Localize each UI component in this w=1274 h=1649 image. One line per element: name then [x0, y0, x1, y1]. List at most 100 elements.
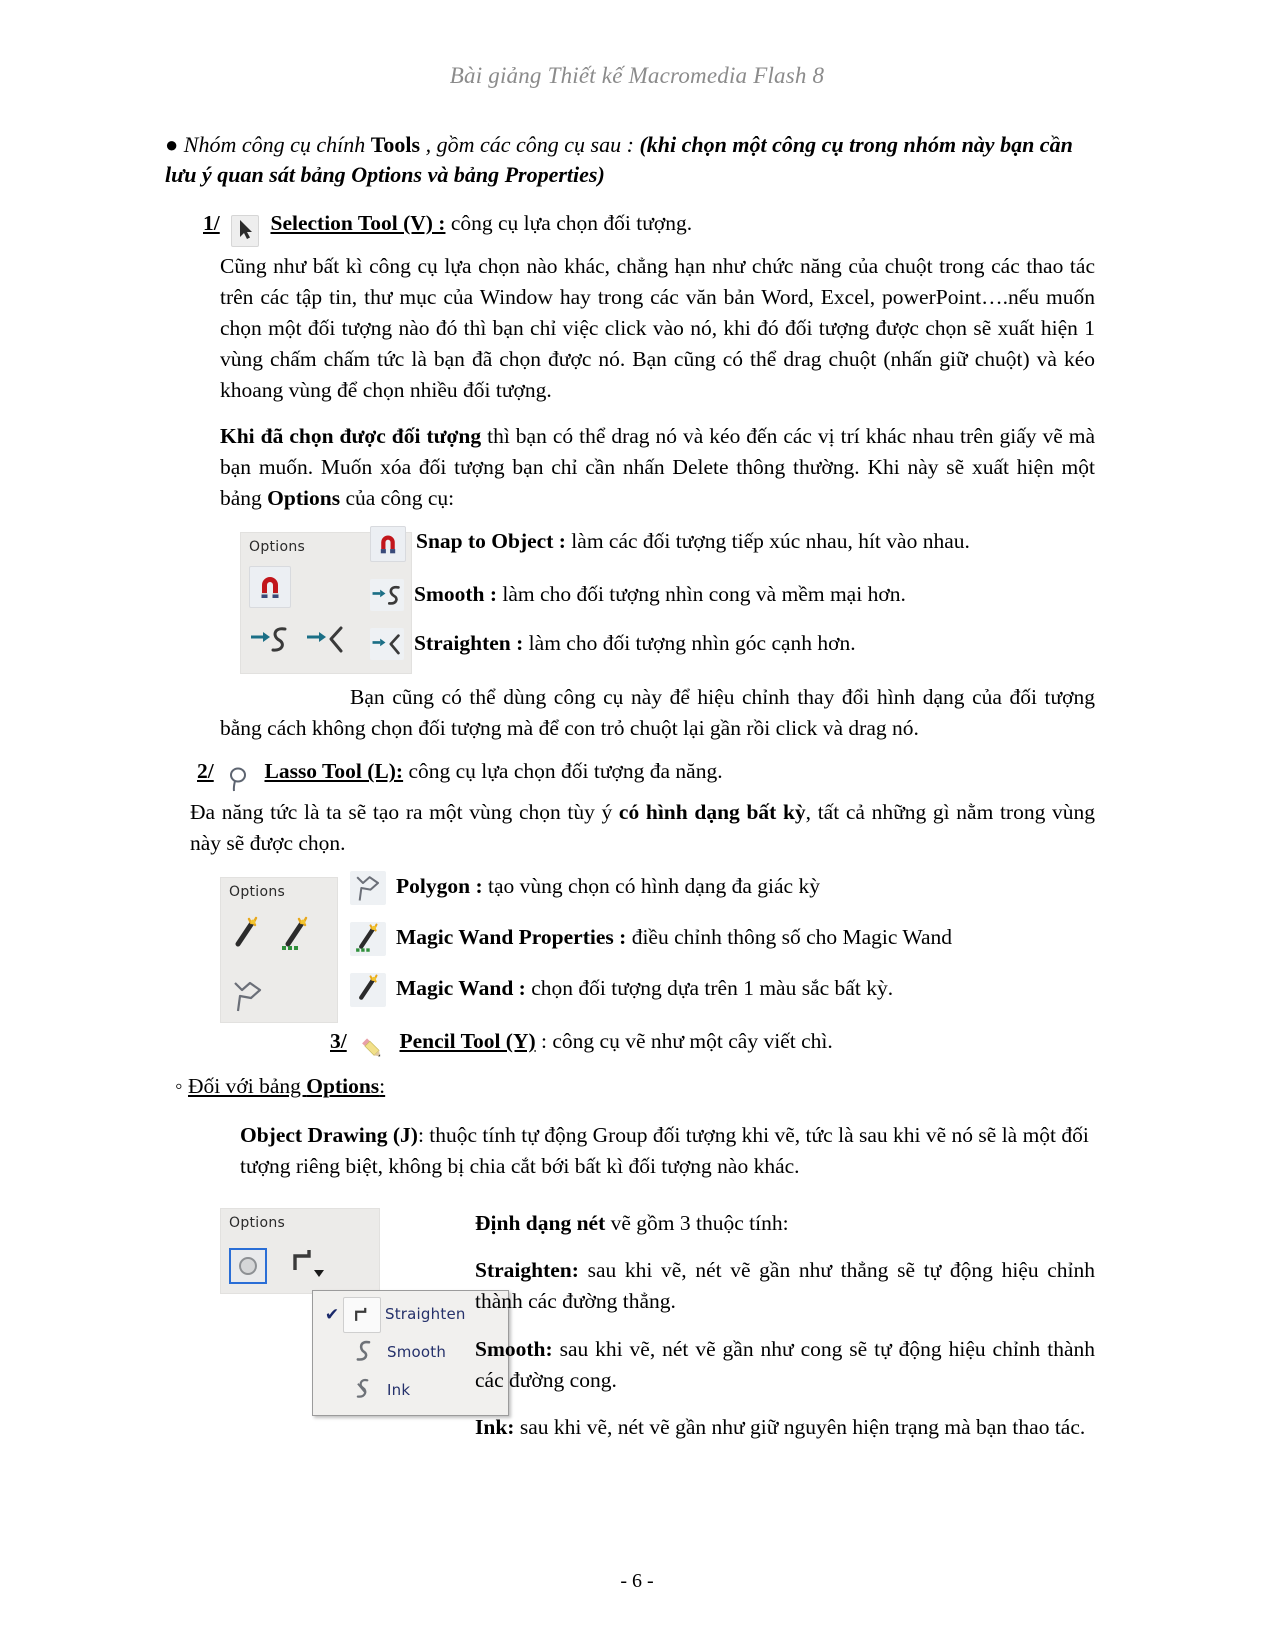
tool1-paragraph-3: Bạn cũng có thể dùng công cụ này để hiệu… — [220, 685, 1095, 741]
pencil-options-panel: Options — [220, 1208, 380, 1295]
magnet-icon[interactable] — [249, 565, 291, 608]
tool3-options-block: Object Drawing (J): thuộc tính tự động G… — [165, 1120, 1095, 1439]
tool2-heading: 2/ Lasso Tool (L): công cụ lựa chọn đối … — [197, 758, 1095, 791]
menu-item-label: Ink — [387, 1381, 411, 1400]
option-name: Magic Wand Properties — [396, 924, 614, 949]
page-footer: - 6 - — [620, 1570, 654, 1592]
tool1-p2-text-b: của công cụ: — [340, 485, 455, 510]
option-desc: chọn đối tượng dựa trên 1 màu sắc bất kỳ… — [531, 975, 894, 1000]
option-definition-row: Snap to Object : làm các đối tượng tiếp … — [370, 526, 1100, 563]
polygon-lasso-icon[interactable] — [229, 978, 267, 1024]
smooth-curve-icon[interactable] — [249, 622, 291, 666]
object-drawing-paragraph: Object Drawing (J): thuộc tính tự động G… — [240, 1120, 1095, 1182]
option-definition-text: Magic Wand Properties : điều chỉnh thông… — [396, 922, 952, 952]
options-panel-row-1 — [221, 1236, 379, 1288]
stroke-mode-item: Straighten: sau khi vẽ, nét vẽ gần như t… — [475, 1255, 1095, 1317]
tool1-p2-bold: Khi đã chọn được đối tượng — [220, 423, 482, 448]
document-body: ● Nhóm công cụ chính Tools , gồm các côn… — [165, 130, 1095, 1439]
option-desc: làm cho đối tượng nhìn cong và mềm mại h… — [502, 582, 906, 607]
option-name: Magic Wand — [396, 975, 514, 1000]
object-drawing-icon[interactable] — [229, 1247, 267, 1284]
stroke-mode-name: Smooth: — [475, 1336, 553, 1361]
tool3-separator: : — [535, 1028, 553, 1053]
tool2-number: 2/ — [197, 759, 214, 784]
intro-italic-options: Options — [351, 162, 423, 188]
option-separator: : — [553, 529, 572, 554]
tool1-heading: 1/ Selection Tool (V) : công cụ lựa chọn… — [203, 209, 1095, 247]
magnet-icon[interactable] — [370, 526, 406, 563]
tool3-label: Pencil Tool (Y) — [399, 1028, 536, 1053]
tool3-right-column: Định dạng nét vẽ gồm 3 thuộc tính: Strai… — [475, 1208, 1095, 1443]
tool2-options-block: Options Polygon: tạo vùng chọn có hình … — [165, 870, 1095, 1028]
option-definition-text: Snap to Object : làm các đối tượng tiếp … — [416, 526, 970, 556]
option-definition-text: Smooth : làm cho đối tượng nhìn cong và … — [414, 579, 906, 609]
tool1-desc: công cụ lựa chọn đối tượng. — [445, 210, 693, 235]
stroke-mode-item: Ink: sau khi vẽ, nét vẽ gần như giữ nguy… — [475, 1412, 1095, 1443]
polygon-lasso-icon[interactable] — [350, 870, 386, 905]
option-name: Snap to Object — [416, 529, 554, 554]
options-panel-title: Options — [229, 1215, 286, 1232]
options-panel-row-2 — [221, 964, 337, 1024]
object-drawing-bold: Object Drawing (J) — [240, 1123, 418, 1148]
smooth-curve-icon[interactable] — [370, 579, 404, 612]
tool3-subheading: ◦ Đối với bảng Options: — [175, 1071, 1095, 1102]
tool3-number: 3/ — [330, 1028, 347, 1053]
option-desc: làm các đối tượng tiếp xúc nhau, hít vào… — [571, 529, 970, 554]
option-definition-row: Magic Wand : chọn đối tượng dựa trên 1 m… — [350, 972, 1100, 1007]
option-name: Straighten — [414, 631, 511, 656]
option-definition-text: Polygon : tạo vùng chọn có hình dạng đa … — [396, 871, 820, 901]
tool2-p1-a: Đa năng tức là ta sẽ tạo ra một vùng chọ… — [190, 799, 619, 824]
tool1-p2-bold-options: Options — [267, 485, 341, 510]
stroke-mode-desc: sau khi vẽ, nét vẽ gần như giữ nguyên hi… — [514, 1414, 1086, 1439]
menu-item-label: Straighten — [385, 1305, 466, 1324]
option-definition-row: Straighten : làm cho đối tượng nhìn góc … — [370, 628, 1100, 661]
stroke-mode-item: Smooth: sau khi vẽ, nét vẽ gần như cong … — [475, 1334, 1095, 1396]
tool3-heading: 3/ Pencil Tool (Y) : công cụ vẽ như một … — [330, 1028, 1095, 1057]
bullet-glyph: ● — [165, 132, 179, 157]
magic-wand-properties-icon[interactable] — [229, 915, 263, 965]
intro-italic-2: và bảng — [422, 162, 505, 188]
arrow-cursor-icon — [231, 214, 260, 247]
document-page: Bài giảng Thiết kế Macromedia Flash 8 ● … — [0, 0, 1274, 1649]
straighten-curve-icon[interactable] — [370, 628, 404, 661]
option-separator: : — [513, 975, 532, 1000]
magic-wand-properties-icon[interactable] — [350, 921, 386, 956]
stroke-mode-desc: sau khi vẽ, nét vẽ gần như cong sẽ tự độ… — [475, 1336, 1095, 1392]
tool2-option-definitions: Polygon : tạo vùng chọn có hình dạng đa … — [350, 870, 1100, 1024]
option-definition-row: Smooth : làm cho đối tượng nhìn cong và … — [370, 579, 1100, 612]
option-separator: : — [470, 873, 488, 898]
tool1-option-definitions: Snap to Object : làm các đối tượng tiếp … — [370, 526, 1100, 677]
magic-wand-properties-dots-icon[interactable] — [279, 915, 313, 965]
magic-wand-icon[interactable] — [350, 972, 386, 1007]
option-separator: : — [510, 631, 529, 656]
lasso-options-panel: Options — [220, 876, 338, 1024]
intro-text-1: Nhóm công cụ chính — [183, 132, 371, 157]
straighten-curve-icon[interactable] — [305, 622, 347, 666]
option-definition-text: Magic Wand : chọn đối tượng dựa trên 1 m… — [396, 973, 893, 1003]
running-header: Bài giảng Thiết kế Macromedia Flash 8 — [449, 63, 825, 88]
option-desc: tạo vùng chọn có hình dạng đa giác kỳ — [488, 873, 820, 898]
tool2-p1-bold: có hình dạng bất kỳ — [618, 799, 806, 824]
smooth-mode-icon — [343, 1338, 383, 1368]
intro-paragraph: ● Nhóm công cụ chính Tools , gồm các côn… — [165, 130, 1095, 191]
lasso-icon — [225, 766, 253, 792]
ink-mode-icon — [343, 1376, 383, 1406]
menu-item-label: Smooth — [387, 1343, 447, 1362]
tool2-desc: công cụ lựa chọn đối tượng đa năng. — [403, 759, 723, 784]
tool1-number: 1/ — [203, 210, 220, 235]
straighten-mode-icon[interactable] — [287, 1244, 324, 1288]
intro-bold-tools: Tools — [370, 132, 421, 157]
chevron-down-icon[interactable] — [313, 1257, 325, 1288]
tool2-paragraph-1: Đa năng tức là ta sẽ tạo ra một vùng chọ… — [190, 797, 1095, 859]
option-definition-row: Polygon : tạo vùng chọn có hình dạng đa … — [350, 870, 1100, 905]
intro-text-2: , gồm các công cụ sau : — [420, 132, 640, 157]
subhead-bullet: ◦ — [175, 1073, 188, 1098]
stroke-mode-name: Ink: — [475, 1414, 515, 1439]
tool3-desc: công cụ vẽ như một cây viết chì. — [552, 1028, 833, 1053]
option-definition-text: Straighten : làm cho đối tượng nhìn góc … — [414, 628, 856, 658]
tool1-label: Selection Tool (V) : — [270, 210, 446, 235]
tool1-paragraph-2: Khi đã chọn được đối tượng thì bạn có th… — [220, 421, 1095, 515]
stroke-mode-name: Straighten: — [475, 1258, 579, 1283]
tool2-label: Lasso Tool (L): — [264, 759, 404, 784]
straighten-mode-icon — [343, 1297, 381, 1334]
